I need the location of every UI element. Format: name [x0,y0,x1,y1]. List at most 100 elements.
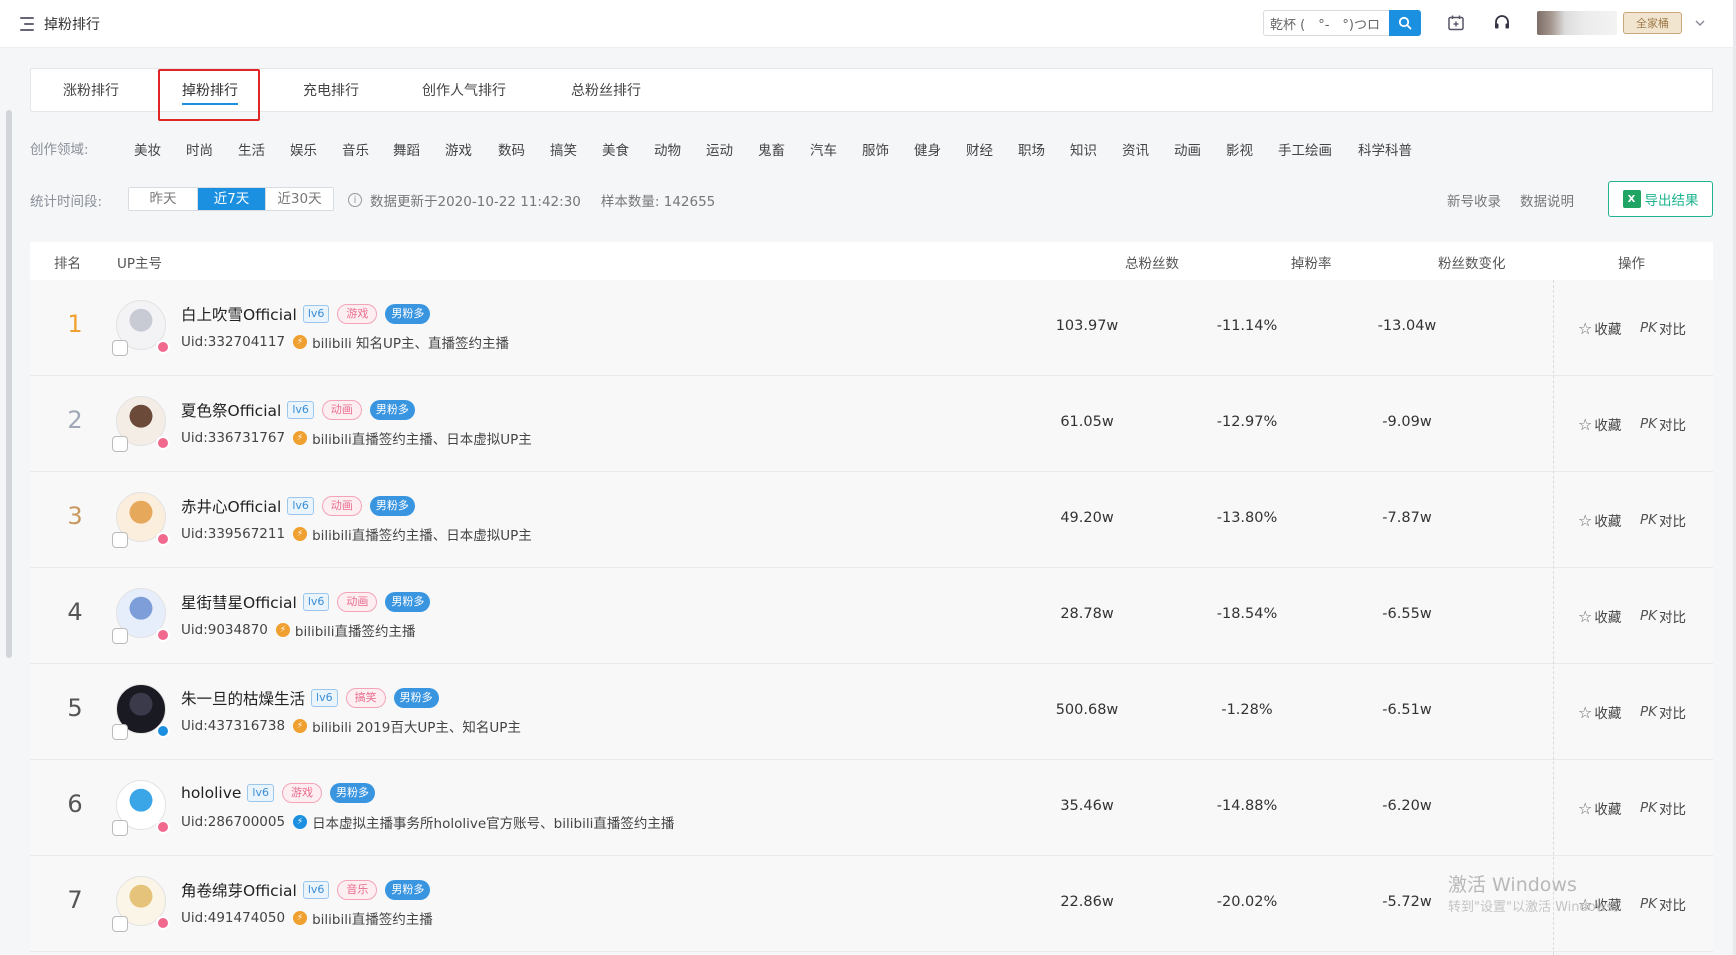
avatar[interactable] [112,684,170,740]
live-badge-icon [112,340,128,356]
avatar[interactable] [112,876,170,932]
chevron-down-icon[interactable] [1694,17,1706,29]
favorite-button[interactable]: ☆ 收藏 [1578,510,1621,531]
data-desc-link[interactable]: 数据说明 [1520,190,1574,210]
category-item[interactable]: 资讯 [1122,139,1149,159]
pk-compare-button[interactable]: PK 对比 [1640,894,1686,914]
category-item[interactable]: 知识 [1070,139,1097,159]
favorite-button[interactable]: ☆ 收藏 [1578,606,1621,627]
favorite-label: 收藏 [1594,418,1622,434]
pk-compare-button[interactable]: PK 对比 [1640,702,1686,722]
avatar[interactable] [112,396,170,452]
excel-icon: X [1622,190,1641,208]
avatar[interactable] [112,780,170,836]
table-row[interactable]: 5 朱一旦的枯燥生活 lv6 搞笑 男粉多 Uid:437316738 ⚡ bi… [30,664,1713,760]
search-button[interactable] [1389,10,1421,36]
user-avatar[interactable] [1537,11,1617,35]
table-row[interactable]: 4 星街彗星Official lv6 动画 男粉多 Uid:9034870 ⚡ … [30,568,1713,664]
category-item[interactable]: 游戏 [445,139,472,159]
level-badge: lv6 [247,784,274,802]
category-label: 创作领域: [30,142,89,158]
category-item[interactable]: 动画 [1174,139,1201,159]
category-item[interactable]: 影视 [1226,139,1253,159]
category-item[interactable]: 动物 [654,139,681,159]
category-item[interactable]: 健身 [914,139,941,159]
category-item[interactable]: 时尚 [186,139,213,159]
tab-popularity[interactable]: 创作人气排行 [422,69,506,113]
level-badge: lv6 [302,593,330,611]
category-badge: 动画 [321,400,362,420]
tab-total-fans[interactable]: 总粉丝排行 [571,69,641,113]
up-name[interactable]: 星街彗星Official [181,591,297,613]
uid-text: Uid:286700005 [181,814,286,830]
up-name[interactable]: 白上吹雪Official [181,303,297,325]
up-sub-line: Uid:491474050 ⚡ bilibili直播签约主播 [181,908,433,928]
uid-text: Uid:437316738 [181,718,286,734]
period-7days[interactable]: 近7天 [197,188,265,210]
category-item[interactable]: 运动 [706,139,733,159]
category-item[interactable]: 生活 [238,139,265,159]
rank-number: 6 [67,790,83,818]
avatar[interactable] [112,300,170,356]
tab-label: 涨粉排行 [63,83,119,99]
category-item[interactable]: 手工绘画 [1278,139,1332,159]
up-name[interactable]: 朱一旦的枯燥生活 [181,687,305,709]
category-item[interactable]: 科学科普 [1358,139,1412,159]
table-row[interactable]: 6 hololive lv6 游戏 男粉多 Uid:286700005 ⚡ 日本… [30,760,1713,856]
avatar[interactable] [112,492,170,548]
category-item[interactable]: 娱乐 [290,139,317,159]
up-sub-line: Uid:336731767 ⚡ bilibili直播签约主播、日本虚拟UP主 [181,428,532,448]
avatar[interactable] [112,588,170,644]
pk-compare-button[interactable]: PK 对比 [1640,798,1686,818]
tab-rise[interactable]: 涨粉排行 [63,69,119,113]
family-badge[interactable]: 全家桶 [1623,12,1682,34]
calendar-add-icon[interactable] [1445,12,1467,34]
pk-compare-button[interactable]: PK 对比 [1640,318,1686,338]
up-name[interactable]: 角卷绵芽Official [181,879,297,901]
category-item[interactable]: 舞蹈 [393,139,420,159]
category-item[interactable]: 财经 [966,139,993,159]
table-row[interactable]: 1 白上吹雪Official lv6 游戏 男粉多 Uid:332704117 … [30,280,1713,376]
favorite-button[interactable]: ☆ 收藏 [1578,318,1621,339]
up-name-line: 夏色祭Official lv6 动画 男粉多 [181,399,415,421]
pk-compare-button[interactable]: PK 对比 [1640,606,1686,626]
compare-label: 对比 [1659,706,1686,722]
total-fans: 61.05w [1060,414,1114,430]
total-fans: 103.97w [1055,318,1119,334]
category-item[interactable]: 美妆 [134,139,161,159]
category-item[interactable]: 汽车 [810,139,837,159]
star-icon: ☆ [1578,414,1593,434]
search-input[interactable] [1263,10,1389,36]
pk-compare-button[interactable]: PK 对比 [1640,510,1686,530]
favorite-button[interactable]: ☆ 收藏 [1578,414,1622,435]
category-item[interactable]: 音乐 [342,139,369,159]
table-row[interactable]: 2 夏色祭Official lv6 动画 男粉多 Uid:336731767 ⚡… [30,376,1713,472]
search-icon [1398,16,1412,30]
period-yesterday[interactable]: 昨天 [129,188,197,210]
up-name[interactable]: hololive [181,784,241,802]
category-item[interactable]: 职场 [1018,139,1045,159]
new-account-link[interactable]: 新号收录 [1447,190,1501,210]
favorite-button[interactable]: ☆ 收藏 [1578,702,1622,723]
compare-label: 对比 [1659,514,1686,530]
tab-label: 充电排行 [303,83,359,99]
export-button[interactable]: X 导出结果 [1608,181,1713,217]
gender-badge: 男粉多 [393,688,439,708]
favorite-label: 收藏 [1594,706,1622,722]
menu-icon[interactable] [20,16,34,31]
category-item[interactable]: 搞笑 [550,139,577,159]
table-row[interactable]: 3 赤井心Official lv6 动画 男粉多 Uid:339567211 ⚡… [30,472,1713,568]
pk-compare-button[interactable]: PK 对比 [1640,414,1686,434]
scrollbar[interactable] [6,110,12,658]
favorite-button[interactable]: ☆ 收藏 [1578,798,1621,819]
verified-icon: ⚡ [275,623,290,637]
up-name[interactable]: 赤井心Official [181,495,281,517]
category-item[interactable]: 鬼畜 [758,139,785,159]
headset-icon[interactable] [1491,12,1513,34]
category-item[interactable]: 服饰 [862,139,889,159]
category-item[interactable]: 美食 [602,139,629,159]
tab-charge[interactable]: 充电排行 [303,69,359,113]
category-item[interactable]: 数码 [498,139,525,159]
up-name[interactable]: 夏色祭Official [181,399,281,421]
period-30days[interactable]: 近30天 [265,188,333,210]
